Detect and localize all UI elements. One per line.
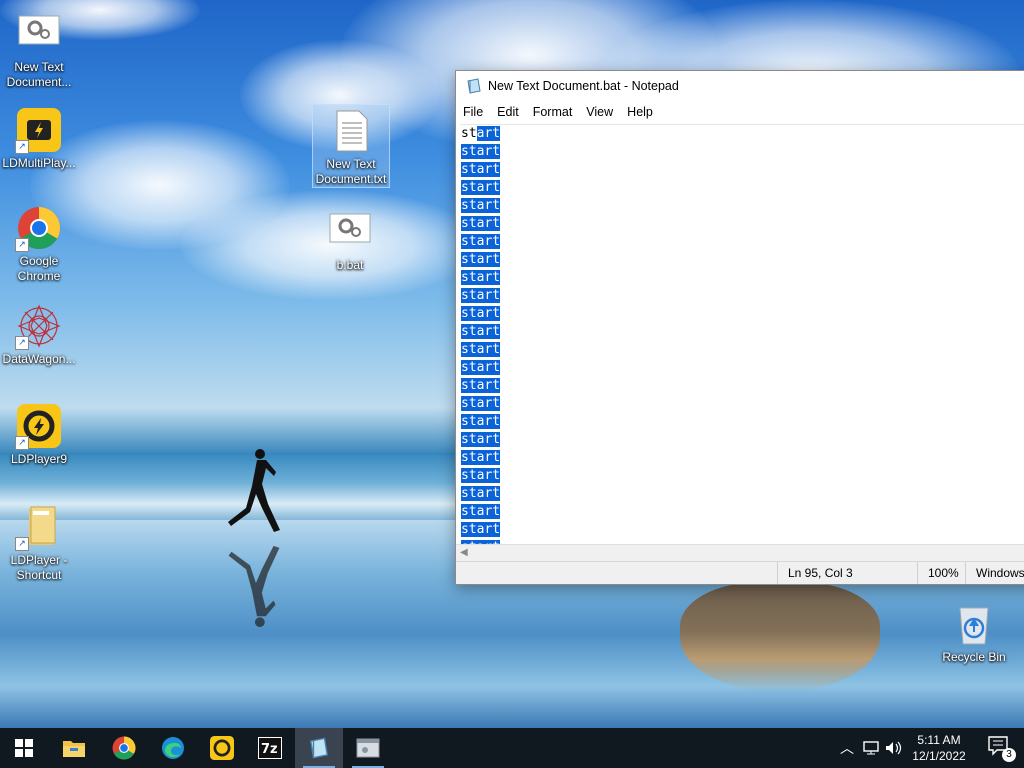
- text-line: start: [461, 486, 501, 501]
- recycle-bin-icon: [952, 602, 996, 646]
- network-icon[interactable]: [862, 740, 880, 756]
- text-line: start: [461, 504, 501, 519]
- desktop-icon-label: Google Chrome: [17, 254, 61, 283]
- notification-center-button[interactable]: 3: [988, 736, 1016, 762]
- desktop-icon-label: LDPlayer - Shortcut: [10, 553, 68, 582]
- desktop-icon-new-text-document-txt[interactable]: New Text Document.txt: [312, 104, 390, 188]
- desktop-icon-ldplayer9[interactable]: ↗ LDPlayer9: [1, 404, 77, 467]
- folder-icon: [63, 741, 85, 757]
- desktop-icon-ldplayer-shortcut[interactable]: ↗ LDPlayer - Shortcut: [1, 505, 77, 583]
- text-line: start: [461, 360, 501, 375]
- edge-icon: [162, 737, 184, 759]
- text-line: start: [461, 306, 501, 321]
- volume-icon[interactable]: [884, 740, 902, 756]
- text-line: start: [461, 252, 501, 267]
- datawagon-icon: ↗: [15, 304, 61, 350]
- desktop-icon-new-text-document-bat[interactable]: New Text Document...: [1, 12, 77, 90]
- text-line: start: [461, 198, 501, 213]
- chrome-icon: [112, 736, 136, 760]
- clock[interactable]: 5:11 AM 12/1/2022: [904, 732, 974, 764]
- desktop-icon-datawagon[interactable]: ↗ DataWagon...: [1, 304, 77, 367]
- text-line: start: [461, 270, 501, 285]
- notepad-app-icon: [467, 78, 481, 94]
- menu-bar: File Edit Format View Help: [456, 101, 1024, 123]
- menu-edit[interactable]: Edit: [490, 105, 526, 119]
- chevron-up-icon[interactable]: ︿: [840, 738, 854, 758]
- taskbar-notepad[interactable]: [295, 728, 343, 768]
- menu-view[interactable]: View: [579, 105, 620, 119]
- windows-icon: [15, 739, 33, 757]
- desktop-icon-label: LDPlayer9: [10, 452, 68, 466]
- text-line: start: [461, 450, 501, 465]
- desktop-icon-label: Recycle Bin: [942, 650, 1006, 664]
- cursor-position: Ln 95, Col 3: [777, 562, 918, 584]
- desktop-icon-label: LDMultiPlay...: [2, 156, 76, 170]
- taskbar-7zip[interactable]: 7z: [246, 728, 294, 768]
- menu-file[interactable]: File: [456, 105, 490, 119]
- text-line: start: [461, 468, 501, 483]
- ldplayer9-icon: ↗: [15, 404, 61, 450]
- desktop-icon-label: b.bat: [336, 258, 364, 272]
- desktop-icon-google-chrome[interactable]: ↗ Google Chrome: [1, 206, 77, 284]
- title-bar[interactable]: New Text Document.bat - Notepad: [456, 71, 1024, 101]
- desktop-icon-label: New Text Document.txt: [315, 157, 387, 186]
- notification-count-badge: 3: [1002, 748, 1016, 762]
- folder-icon: ↗: [15, 505, 61, 551]
- text-file-icon: [329, 109, 373, 153]
- ldplayer-icon: [210, 736, 234, 760]
- horizontal-scrollbar[interactable]: ◀: [456, 544, 1024, 561]
- notepad-icon: [309, 737, 329, 759]
- desktop-icon-ldmultiplayer[interactable]: ↗ LDMultiPlay...: [1, 108, 77, 171]
- text-line: start: [461, 324, 501, 339]
- text-line: start: [461, 288, 501, 303]
- taskbar-chrome[interactable]: [100, 728, 148, 768]
- taskbar-app[interactable]: [344, 728, 392, 768]
- desktop-icon-label: New Text Document...: [6, 60, 72, 89]
- menu-help[interactable]: Help: [620, 105, 660, 119]
- text-line: start: [461, 414, 501, 429]
- text-line: start: [461, 216, 501, 231]
- taskbar-ldplayer[interactable]: [198, 728, 246, 768]
- notepad-window[interactable]: New Text Document.bat - Notepad File Edi…: [455, 70, 1024, 585]
- desktop-icon-recycle-bin[interactable]: Recycle Bin: [936, 602, 1012, 665]
- ldmultiplayer-icon: ↗: [15, 108, 61, 154]
- text-line: start: [461, 144, 501, 159]
- taskbar-file-explorer[interactable]: [50, 728, 98, 768]
- batch-file-icon: [328, 210, 372, 254]
- menu-format[interactable]: Format: [526, 105, 580, 119]
- scroll-left-arrow-icon[interactable]: ◀: [460, 547, 468, 558]
- text-line: start: [461, 396, 501, 411]
- desktop-icon-b-bat[interactable]: b.bat: [312, 210, 388, 273]
- taskbar: 7z ︿ 5:11 AM 12/1/2022 3: [0, 728, 1024, 768]
- window-app-icon: [356, 738, 380, 758]
- text-line: start: [461, 342, 501, 357]
- batch-file-icon: [17, 12, 61, 56]
- text-line: start: [461, 234, 501, 249]
- desktop-icon-label: DataWagon...: [2, 352, 76, 366]
- chrome-icon: ↗: [15, 206, 61, 252]
- text-line: start: [461, 378, 501, 393]
- text-line: start: [461, 432, 501, 447]
- window-title: New Text Document.bat - Notepad: [488, 79, 679, 93]
- text-editor-area[interactable]: start start start start start start start star…: [460, 124, 1024, 545]
- svg-text:7z: 7z: [261, 742, 278, 757]
- line-ending: Windows: [965, 562, 1024, 584]
- taskbar-edge[interactable]: [149, 728, 197, 768]
- text-line: start: [461, 126, 501, 141]
- start-button[interactable]: [0, 728, 48, 768]
- clock-date: 12/1/2022: [912, 749, 966, 763]
- clock-time: 5:11 AM: [917, 733, 961, 747]
- 7zip-icon: 7z: [258, 737, 282, 759]
- status-bar: Ln 95, Col 3 100% Windows: [456, 561, 1024, 584]
- text-line: start: [461, 180, 501, 195]
- text-line: start: [461, 522, 501, 537]
- text-line: start: [461, 162, 501, 177]
